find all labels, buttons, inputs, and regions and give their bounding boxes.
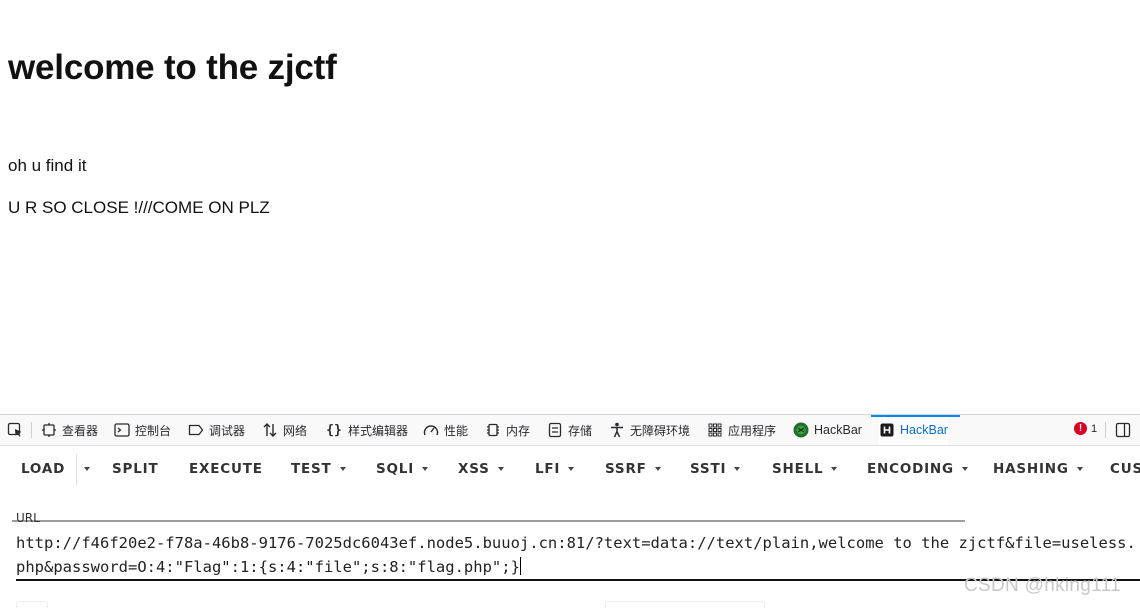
page-text-line-1: oh u find it [8, 156, 87, 175]
chevron-down-icon [831, 467, 838, 471]
lfi-menu[interactable]: LFI [535, 446, 575, 492]
console-icon [114, 422, 130, 438]
tab-debugger[interactable]: 调试器 [188, 415, 245, 445]
pick-element-icon [7, 422, 23, 438]
sqli-menu[interactable]: SQLI [376, 446, 429, 492]
button-label: SSTI [690, 461, 727, 477]
button-label: XSS [458, 461, 490, 477]
tab-network[interactable]: 网络 [262, 415, 307, 445]
button-label: SHELL [772, 461, 824, 477]
page-heading: welcome to the zjctf [8, 48, 337, 87]
divider [76, 454, 77, 486]
custom-menu[interactable]: CUS [1110, 446, 1140, 492]
tab-label: HackBar [814, 423, 862, 437]
tab-hackbar-legacy[interactable]: HackBar [793, 415, 862, 445]
error-counter[interactable]: ! 1 [1074, 422, 1097, 435]
inspector-icon [41, 422, 57, 438]
tab-label: 应用程序 [728, 423, 777, 438]
button-label: CUS [1110, 461, 1140, 477]
browser-viewport: welcome to the zjctf oh u find it U R SO… [0, 0, 1140, 608]
watermark: CSDN @hking111 [964, 575, 1121, 596]
tab-label: 调试器 [209, 423, 246, 438]
tab-memory[interactable]: 内存 [485, 415, 530, 445]
tab-label: 内存 [506, 423, 531, 438]
test-menu[interactable]: TEST [291, 446, 346, 492]
network-icon [262, 422, 278, 438]
devtools-panel: 查看器 控制台 调试器 网络 {} 样式编辑器 性能 内存 存储 无障碍环境 应… [0, 414, 1140, 608]
button-label: SQLI [376, 461, 415, 477]
style-editor-icon: {} [326, 422, 342, 438]
button-label: TEST [291, 461, 332, 477]
tab-label: 无障碍环境 [630, 423, 691, 438]
dock-toggle-button[interactable] [1115, 415, 1131, 445]
tab-label: 样式编辑器 [348, 423, 409, 438]
performance-icon [423, 422, 439, 438]
error-count: 1 [1091, 422, 1098, 435]
tab-label: 查看器 [62, 423, 99, 438]
chevron-down-icon [1076, 467, 1083, 471]
tab-storage[interactable]: 存储 [547, 415, 592, 445]
dock-side-icon [1115, 422, 1131, 438]
pick-element-button[interactable] [7, 415, 23, 445]
chevron-down-icon [339, 467, 346, 471]
tab-hackbar[interactable]: HackBar [871, 415, 960, 445]
chevron-down-icon [84, 467, 90, 471]
tab-label: 存储 [568, 423, 593, 438]
url-text: http://f46f20e2-f78a-46b8-9176-7025dc604… [16, 534, 1136, 576]
accessibility-icon [609, 422, 625, 438]
encoding-menu[interactable]: ENCODING [867, 446, 968, 492]
button-label: EXECUTE [189, 461, 263, 477]
tab-style-editor[interactable]: {} 样式编辑器 [325, 415, 408, 445]
button-label: SSRF [605, 461, 647, 477]
button-label: HASHING [993, 461, 1069, 477]
tab-label: 网络 [283, 423, 308, 438]
page-text-line-2: U R SO CLOSE !///COME ON PLZ [8, 198, 270, 217]
url-label: URL [16, 511, 40, 525]
post-data-field-edge [16, 601, 48, 608]
toolbar-underline [12, 520, 965, 522]
tab-application[interactable]: 应用程序 [707, 415, 776, 445]
tab-label: 控制台 [135, 423, 172, 438]
text-cursor [519, 557, 521, 575]
page-content: welcome to the zjctf oh u find it U R SO… [0, 0, 1140, 414]
memory-icon [485, 422, 501, 438]
shell-menu[interactable]: SHELL [772, 446, 838, 492]
devtools-tab-bar: 查看器 控制台 调试器 网络 {} 样式编辑器 性能 内存 存储 无障碍环境 应… [0, 415, 1140, 446]
tab-performance[interactable]: 性能 [423, 415, 468, 445]
button-label: LFI [535, 461, 561, 477]
execute-button[interactable]: EXECUTE [189, 446, 263, 492]
xss-menu[interactable]: XSS [458, 446, 504, 492]
url-input[interactable]: http://f46f20e2-f78a-46b8-9176-7025dc604… [16, 531, 1140, 581]
tab-console[interactable]: 控制台 [114, 415, 171, 445]
debugger-icon [188, 422, 204, 438]
load-options-dropdown[interactable] [82, 446, 90, 492]
chevron-down-icon [734, 467, 741, 471]
tab-label: 性能 [444, 423, 469, 438]
tab-label: HackBar [900, 423, 948, 437]
chevron-down-icon [497, 467, 504, 471]
chevron-down-icon [961, 467, 968, 471]
error-icon: ! [1074, 422, 1087, 435]
chevron-down-icon [654, 467, 661, 471]
field-edge [605, 601, 765, 608]
tab-inspector[interactable]: 查看器 [41, 415, 98, 445]
ssti-menu[interactable]: SSTI [690, 446, 741, 492]
ssrf-menu[interactable]: SSRF [605, 446, 661, 492]
chevron-down-icon [422, 467, 429, 471]
hackbar-toolbar: LOAD SPLIT EXECUTE TEST SQLI XSS LFI SSR… [0, 446, 1140, 522]
button-label: SPLIT [112, 461, 159, 477]
storage-icon [547, 422, 563, 438]
hashing-menu[interactable]: HASHING [993, 446, 1083, 492]
hackbar-green-icon [793, 422, 809, 438]
hackbar-icon [879, 422, 895, 438]
chevron-down-icon [568, 467, 575, 471]
split-button[interactable]: SPLIT [112, 446, 158, 492]
application-icon [707, 422, 723, 438]
button-label: LOAD [21, 461, 66, 477]
tab-accessibility[interactable]: 无障碍环境 [609, 415, 690, 445]
load-button[interactable]: LOAD [21, 446, 65, 492]
button-label: ENCODING [867, 461, 954, 477]
